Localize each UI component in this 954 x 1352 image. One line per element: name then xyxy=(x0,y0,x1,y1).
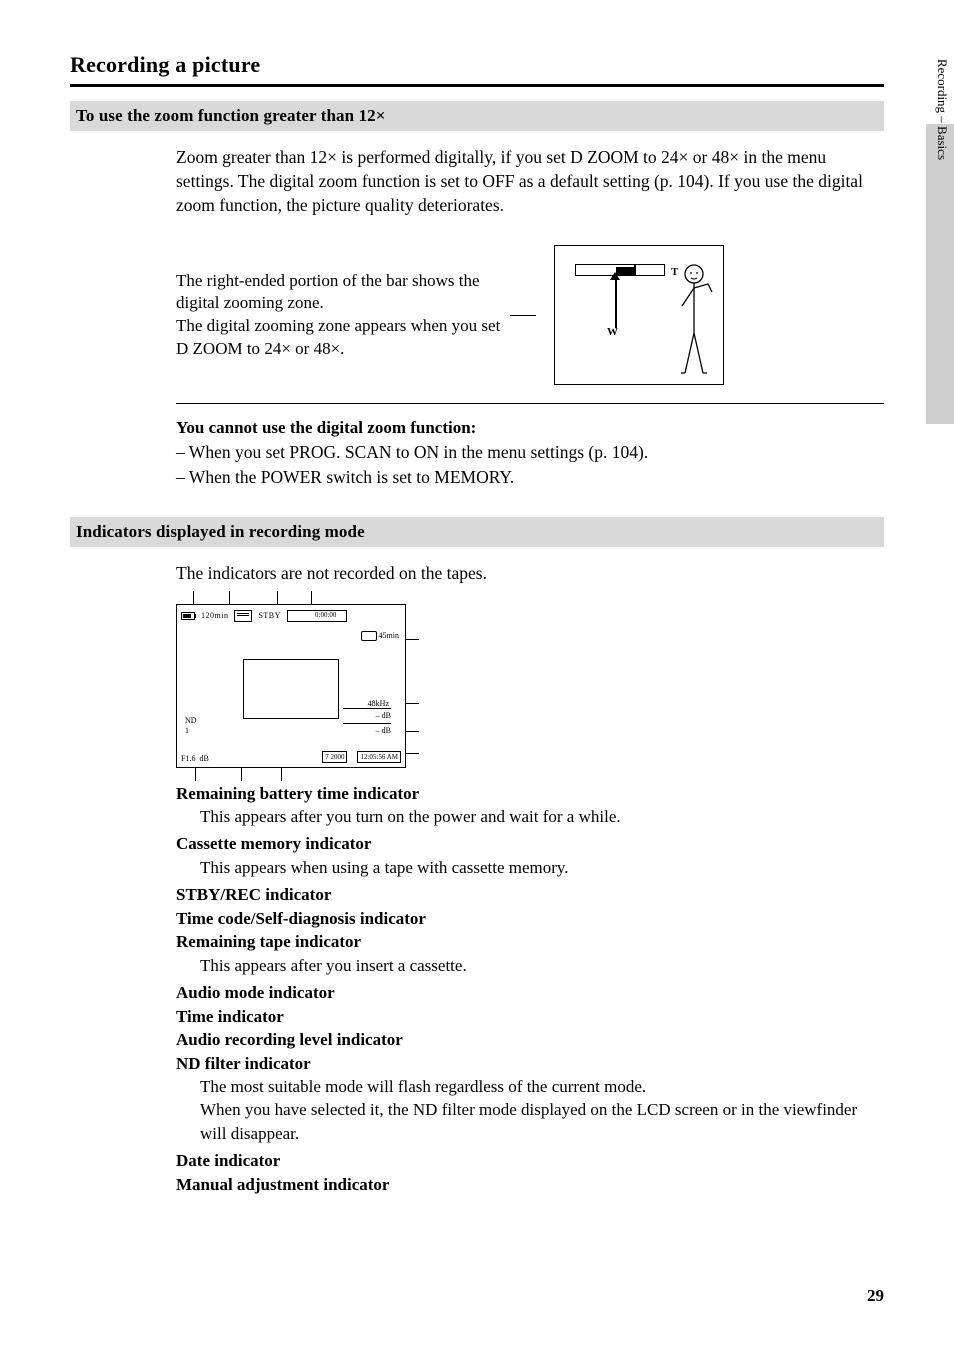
side-tab-label: Recording – Basics xyxy=(934,59,950,160)
text: 48× xyxy=(314,339,341,358)
legend-item-2-title: Cassette memory indicator xyxy=(176,832,884,855)
text: 45min xyxy=(379,631,399,640)
side-tab xyxy=(926,124,954,424)
text: The right-ended portion of the bar shows… xyxy=(176,271,480,313)
tape-icon xyxy=(361,631,377,641)
legend-item-6-title: Audio mode indicator xyxy=(176,981,884,1004)
text: ND xyxy=(185,716,197,725)
text: – When the POWER switch is set to MEMORY… xyxy=(176,467,514,487)
battery-icon xyxy=(181,612,195,620)
zoom-bar-separator xyxy=(634,265,636,275)
text: or xyxy=(291,339,314,358)
text: F1.6 xyxy=(181,754,195,763)
callout-tick xyxy=(195,767,196,781)
legend-item-5-title: Remaining tape indicator xyxy=(176,930,884,953)
zoom-paragraph: Zoom greater than 12× is performed digit… xyxy=(176,145,876,217)
callout-tick xyxy=(229,591,230,605)
zoom-caption: The right-ended portion of the bar shows… xyxy=(176,270,506,362)
osd-battery-text: 120min xyxy=(201,611,228,620)
callout-tick xyxy=(241,767,242,781)
legend-item-11-title: Manual adjustment indicator xyxy=(176,1173,884,1196)
osd-time-box: 12:05:56 AM xyxy=(357,751,401,763)
arrow-line xyxy=(615,276,617,328)
legend-item-5-desc: This appears after you insert a cassette… xyxy=(200,954,884,977)
title-rule xyxy=(70,84,884,87)
section-heading-indicators: Indicators displayed in recording mode xyxy=(70,517,884,547)
callout-tick xyxy=(405,639,419,640)
legend-item-9-title: ND filter indicator xyxy=(176,1052,884,1075)
text: 12× xyxy=(310,147,337,167)
text: – dB xyxy=(376,711,391,720)
page-title: Recording a picture xyxy=(70,52,884,78)
text: 48× xyxy=(712,147,739,167)
callout-tick xyxy=(277,591,278,605)
text: dB xyxy=(199,754,208,763)
callout-tick xyxy=(405,731,419,732)
callout-tick xyxy=(193,591,194,605)
section-heading-zoom: To use the zoom function greater than 12… xyxy=(70,101,884,131)
osd-date-box: 7 2000 xyxy=(322,751,347,763)
osd-timecode: 0:00:00 xyxy=(315,611,336,619)
osd-screen: 120min STBY 0:00:00 45min 48kHz ND 1 – d… xyxy=(176,604,406,768)
text: 24× xyxy=(264,339,291,358)
text: 24× xyxy=(661,147,688,167)
legend: Remaining battery time indicator This ap… xyxy=(176,782,884,1197)
page-number: 29 xyxy=(867,1286,884,1306)
text: – dB xyxy=(376,726,391,735)
notes-body: – When you set PROG. SCAN to ON in the m… xyxy=(176,440,884,489)
callout-tick xyxy=(281,767,282,781)
legend-item-9-desc-1: The most suitable mode will flash regard… xyxy=(200,1075,884,1098)
text: – When you set PROG. SCAN to ON in the m… xyxy=(176,442,648,462)
zoom-w-label: W xyxy=(607,326,618,338)
text: is performed digitally, if you set D ZOO… xyxy=(337,147,661,167)
callout-tick xyxy=(311,591,312,605)
legend-item-3-title: STBY/REC indicator xyxy=(176,883,884,906)
osd-guide-frame xyxy=(243,659,339,719)
text: or xyxy=(688,147,711,167)
text: 1 xyxy=(185,726,189,735)
thin-rule xyxy=(176,403,884,404)
legend-item-8-title: Audio recording level indicator xyxy=(176,1028,884,1051)
legend-item-1-title: Remaining battery time indicator xyxy=(176,782,884,805)
osd-bottom-row: F1.6 dB 7 2000 12:05:56 AM xyxy=(181,751,401,763)
legend-item-10-title: Date indicator xyxy=(176,1149,884,1172)
legend-item-7-title: Time indicator xyxy=(176,1005,884,1028)
indicators-intro: The indicators are not recorded on the t… xyxy=(176,561,876,585)
zoom-bar xyxy=(575,264,665,276)
callout-tick xyxy=(405,753,419,754)
osd-nd: ND 1 xyxy=(185,716,197,737)
osd-stby: STBY xyxy=(258,611,280,620)
zoom-figure: The right-ended portion of the bar shows… xyxy=(176,245,884,385)
legend-item-4-title: Time code/Self-diagnosis indicator xyxy=(176,907,884,930)
legend-item-9-desc-2: When you have selected it, the ND filter… xyxy=(200,1098,884,1145)
person-icon xyxy=(675,258,713,378)
legend-item-1-desc: This appears after you turn on the power… xyxy=(200,805,884,828)
leader-line xyxy=(510,315,536,316)
zoom-preview-box: T W xyxy=(554,245,724,385)
osd-remaining: 45min xyxy=(361,631,399,641)
text: . xyxy=(340,339,344,358)
notes-title: You cannot use the digital zoom function… xyxy=(176,418,884,438)
osd-top-row: 120min STBY xyxy=(181,609,401,623)
text: Zoom greater than xyxy=(176,147,310,167)
cassette-memory-icon xyxy=(234,610,252,622)
osd-audio-levels: – dB – dB xyxy=(343,706,391,737)
osd-figure: 120min STBY 0:00:00 45min 48kHz ND 1 – d… xyxy=(176,604,416,768)
legend-item-2-desc: This appears when using a tape with cass… xyxy=(200,856,884,879)
callout-tick xyxy=(405,703,419,704)
